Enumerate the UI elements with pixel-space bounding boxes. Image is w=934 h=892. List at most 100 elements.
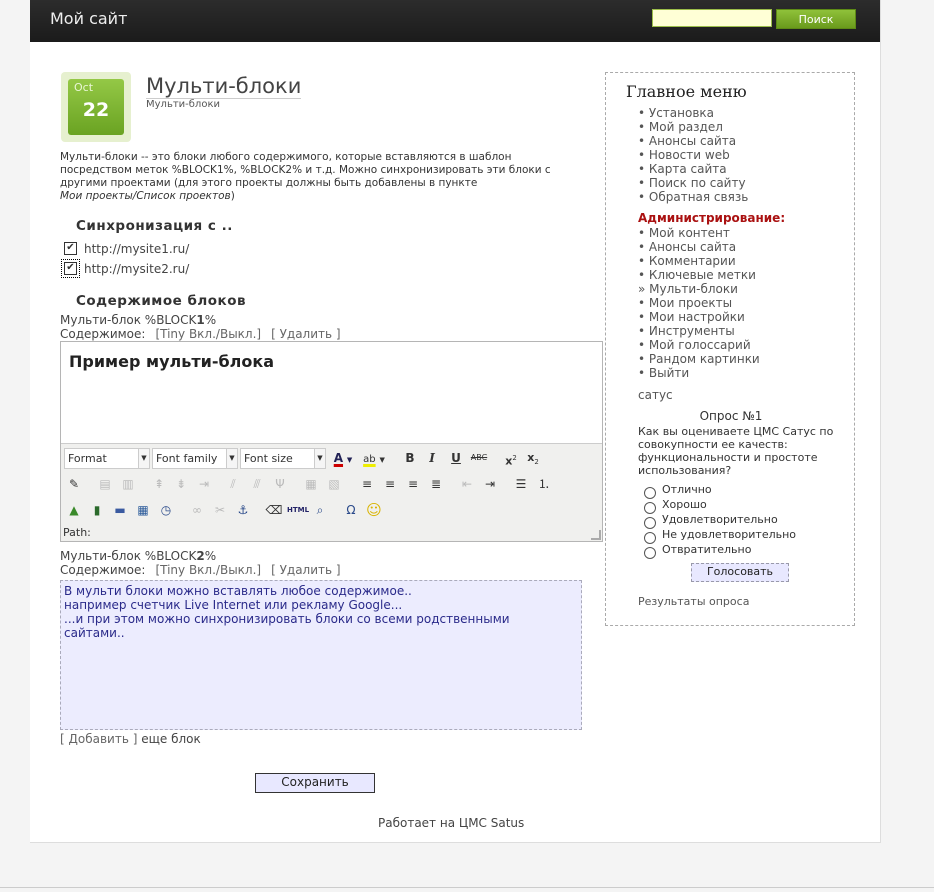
admin-menu-item[interactable]: • Мой голоссарий (638, 338, 760, 352)
editor-content-area[interactable]: Пример мульти-блока (61, 342, 602, 444)
insert-time-icon[interactable]: ◷ (156, 500, 176, 520)
poll-question: Как вы оцениваете ЦМС Сатус по совокупно… (638, 425, 834, 477)
html-source-icon[interactable]: HTML (287, 500, 309, 520)
vote-button[interactable]: Голосовать (691, 563, 789, 582)
poll-radio-5[interactable] (644, 547, 656, 559)
font-color-icon[interactable]: A ▼ (329, 448, 357, 468)
poll-option-label: Удовлетворительно (662, 513, 778, 526)
format-select[interactable]: Format ▼ (64, 448, 150, 469)
page-title[interactable]: Мульти-блоки (146, 74, 302, 99)
font-family-select-value: Font family (156, 452, 218, 465)
chevron-down-icon: ▼ (226, 449, 237, 468)
insert-row-before-icon: ⇞ (153, 477, 165, 491)
admin-menu-item[interactable]: • Рандом картинки (638, 352, 760, 366)
main-menu-item[interactable]: • Новости web (638, 148, 748, 162)
delete-col-icon: Ψ (275, 477, 285, 491)
highlight-color-icon[interactable]: ab ▼ (359, 448, 389, 468)
main-menu-item[interactable]: • Мой раздел (638, 120, 748, 134)
block1-tiny-toggle[interactable]: [Tiny Вкл./Выкл.] (155, 327, 261, 341)
editor-heading-text: Пример мульти-блока (69, 352, 275, 371)
block2-label-suffix: % (204, 549, 217, 563)
bold-icon[interactable]: B (400, 448, 420, 468)
bullet-list-icon[interactable]: ☰ (511, 474, 531, 494)
poll-radio-3[interactable] (644, 517, 656, 529)
indent-icon[interactable]: ⇥ (480, 474, 500, 494)
cleanup-icon[interactable]: ⌫ (264, 500, 284, 520)
table-row-props-icon: ▤ (99, 477, 111, 491)
date-month: Oct (74, 81, 94, 94)
admin-menu-item[interactable]: • Инструменты (638, 324, 760, 338)
admin-menu-item[interactable]: • Мои настройки (638, 310, 760, 324)
block2-label-num: 2 (196, 549, 205, 563)
main-menu-item[interactable]: • Установка (638, 106, 748, 120)
horizontal-rule-icon[interactable]: ▬ (110, 500, 130, 520)
insert-date-icon[interactable]: ▦ (133, 500, 153, 520)
block2-delete-link[interactable]: [ Удалить ] (271, 563, 341, 577)
unlink-icon: ✂ (214, 503, 226, 517)
insert-image-icon[interactable]: ▲ (64, 500, 84, 520)
footer-text[interactable]: Работает на ЦМС Satus (378, 816, 524, 830)
underline-icon[interactable]: U (446, 448, 466, 468)
admin-menu-item[interactable]: • Выйти (638, 366, 760, 380)
main-menu-item[interactable]: • Анонсы сайта (638, 134, 748, 148)
admin-menu-item[interactable]: • Анонсы сайта (638, 240, 760, 254)
block1-label-num: 1 (196, 313, 205, 327)
main-menu-item[interactable]: • Обратная связь (638, 190, 748, 204)
poll-radio-4[interactable] (644, 532, 656, 544)
align-left-icon[interactable]: ≡ (357, 474, 377, 494)
numbered-list-icon[interactable]: ⒈ (534, 474, 554, 494)
superscript-icon[interactable]: x2 (501, 448, 521, 468)
anchor-icon[interactable]: ⚓ (233, 500, 253, 520)
delete-row-icon: ⇥ (198, 477, 210, 491)
emoticon-icon[interactable]: ☺ (364, 500, 384, 520)
subscript-icon[interactable]: x2 (523, 448, 543, 468)
site-title[interactable]: Мой сайт (50, 9, 127, 28)
intro-projects-link[interactable]: Мои проекты/Список проектов (60, 190, 231, 202)
poll-results-link[interactable]: Результаты опроса (638, 595, 749, 608)
admin-menu-item[interactable]: • Комментарии (638, 254, 760, 268)
poll-radio-2[interactable] (644, 502, 656, 514)
strikethrough-icon[interactable]: ABC (469, 448, 489, 468)
align-justify-icon[interactable]: ≣ (426, 474, 446, 494)
top-bar: Мой сайт Поиск (30, 0, 880, 42)
search-input[interactable] (652, 9, 772, 27)
align-center-icon[interactable]: ≡ (380, 474, 400, 494)
block2-line: например счетчик Live Internet или рекла… (64, 598, 403, 612)
preview-icon[interactable]: ⌕ (310, 500, 330, 520)
admin-menu-item[interactable]: • Ключевые метки (638, 268, 760, 282)
italic-icon[interactable]: I (422, 448, 442, 468)
format-select-value: Format (68, 452, 107, 465)
block2-content-label: Содержимое: (60, 563, 146, 577)
block1-content-label: Содержимое: (60, 327, 146, 341)
block2-line: ...и при этом можно синхронизировать бло… (64, 612, 510, 626)
block2-tiny-toggle[interactable]: [Tiny Вкл./Выкл.] (155, 563, 261, 577)
sync-checkbox-2[interactable]: ✔ (61, 259, 80, 278)
insert-media-icon[interactable]: ▮ (87, 500, 107, 520)
edit-icon[interactable]: ✎ (64, 474, 84, 494)
block1-delete-link[interactable]: [ Удалить ] (271, 327, 341, 341)
insert-row-after-icon: ⇟ (175, 477, 187, 491)
resize-handle-icon[interactable] (591, 530, 601, 540)
main-menu-item[interactable]: • Поиск по сайту (638, 176, 748, 190)
poll-option-label: Отлично (662, 483, 712, 496)
special-char-icon[interactable]: Ω (341, 500, 361, 520)
sync-checkbox-1[interactable]: ✔ (64, 242, 77, 255)
main-menu-title: Главное меню (626, 82, 747, 101)
add-block-tail: еще блок (137, 732, 201, 746)
outdent-icon: ⇤ (461, 477, 473, 491)
font-family-select[interactable]: Font family ▼ (152, 448, 238, 469)
font-size-select[interactable]: Font size ▼ (240, 448, 326, 469)
admin-menu-item[interactable]: • Мой контент (638, 226, 760, 240)
add-block-link[interactable]: [ Добавить ] (60, 732, 137, 746)
intro-text: Мульти-блоки -- это блоки любого содержи… (60, 151, 565, 203)
main-menu-item[interactable]: • Карта сайта (638, 162, 748, 176)
save-button[interactable]: Сохранить (255, 773, 375, 793)
admin-menu-item-active[interactable]: » Мульти-блоки (638, 282, 760, 296)
admin-menu-item[interactable]: • Мои проекты (638, 296, 760, 310)
block2-textarea[interactable]: В мульти блоки можно вставлять любое сод… (60, 580, 582, 730)
align-right-icon[interactable]: ≡ (403, 474, 423, 494)
insert-col-after-icon: ⫻ (253, 477, 261, 491)
search-button[interactable]: Поиск (776, 9, 856, 29)
poll-radio-1[interactable] (644, 487, 656, 499)
poll-option-label: Отвратительно (662, 543, 752, 556)
